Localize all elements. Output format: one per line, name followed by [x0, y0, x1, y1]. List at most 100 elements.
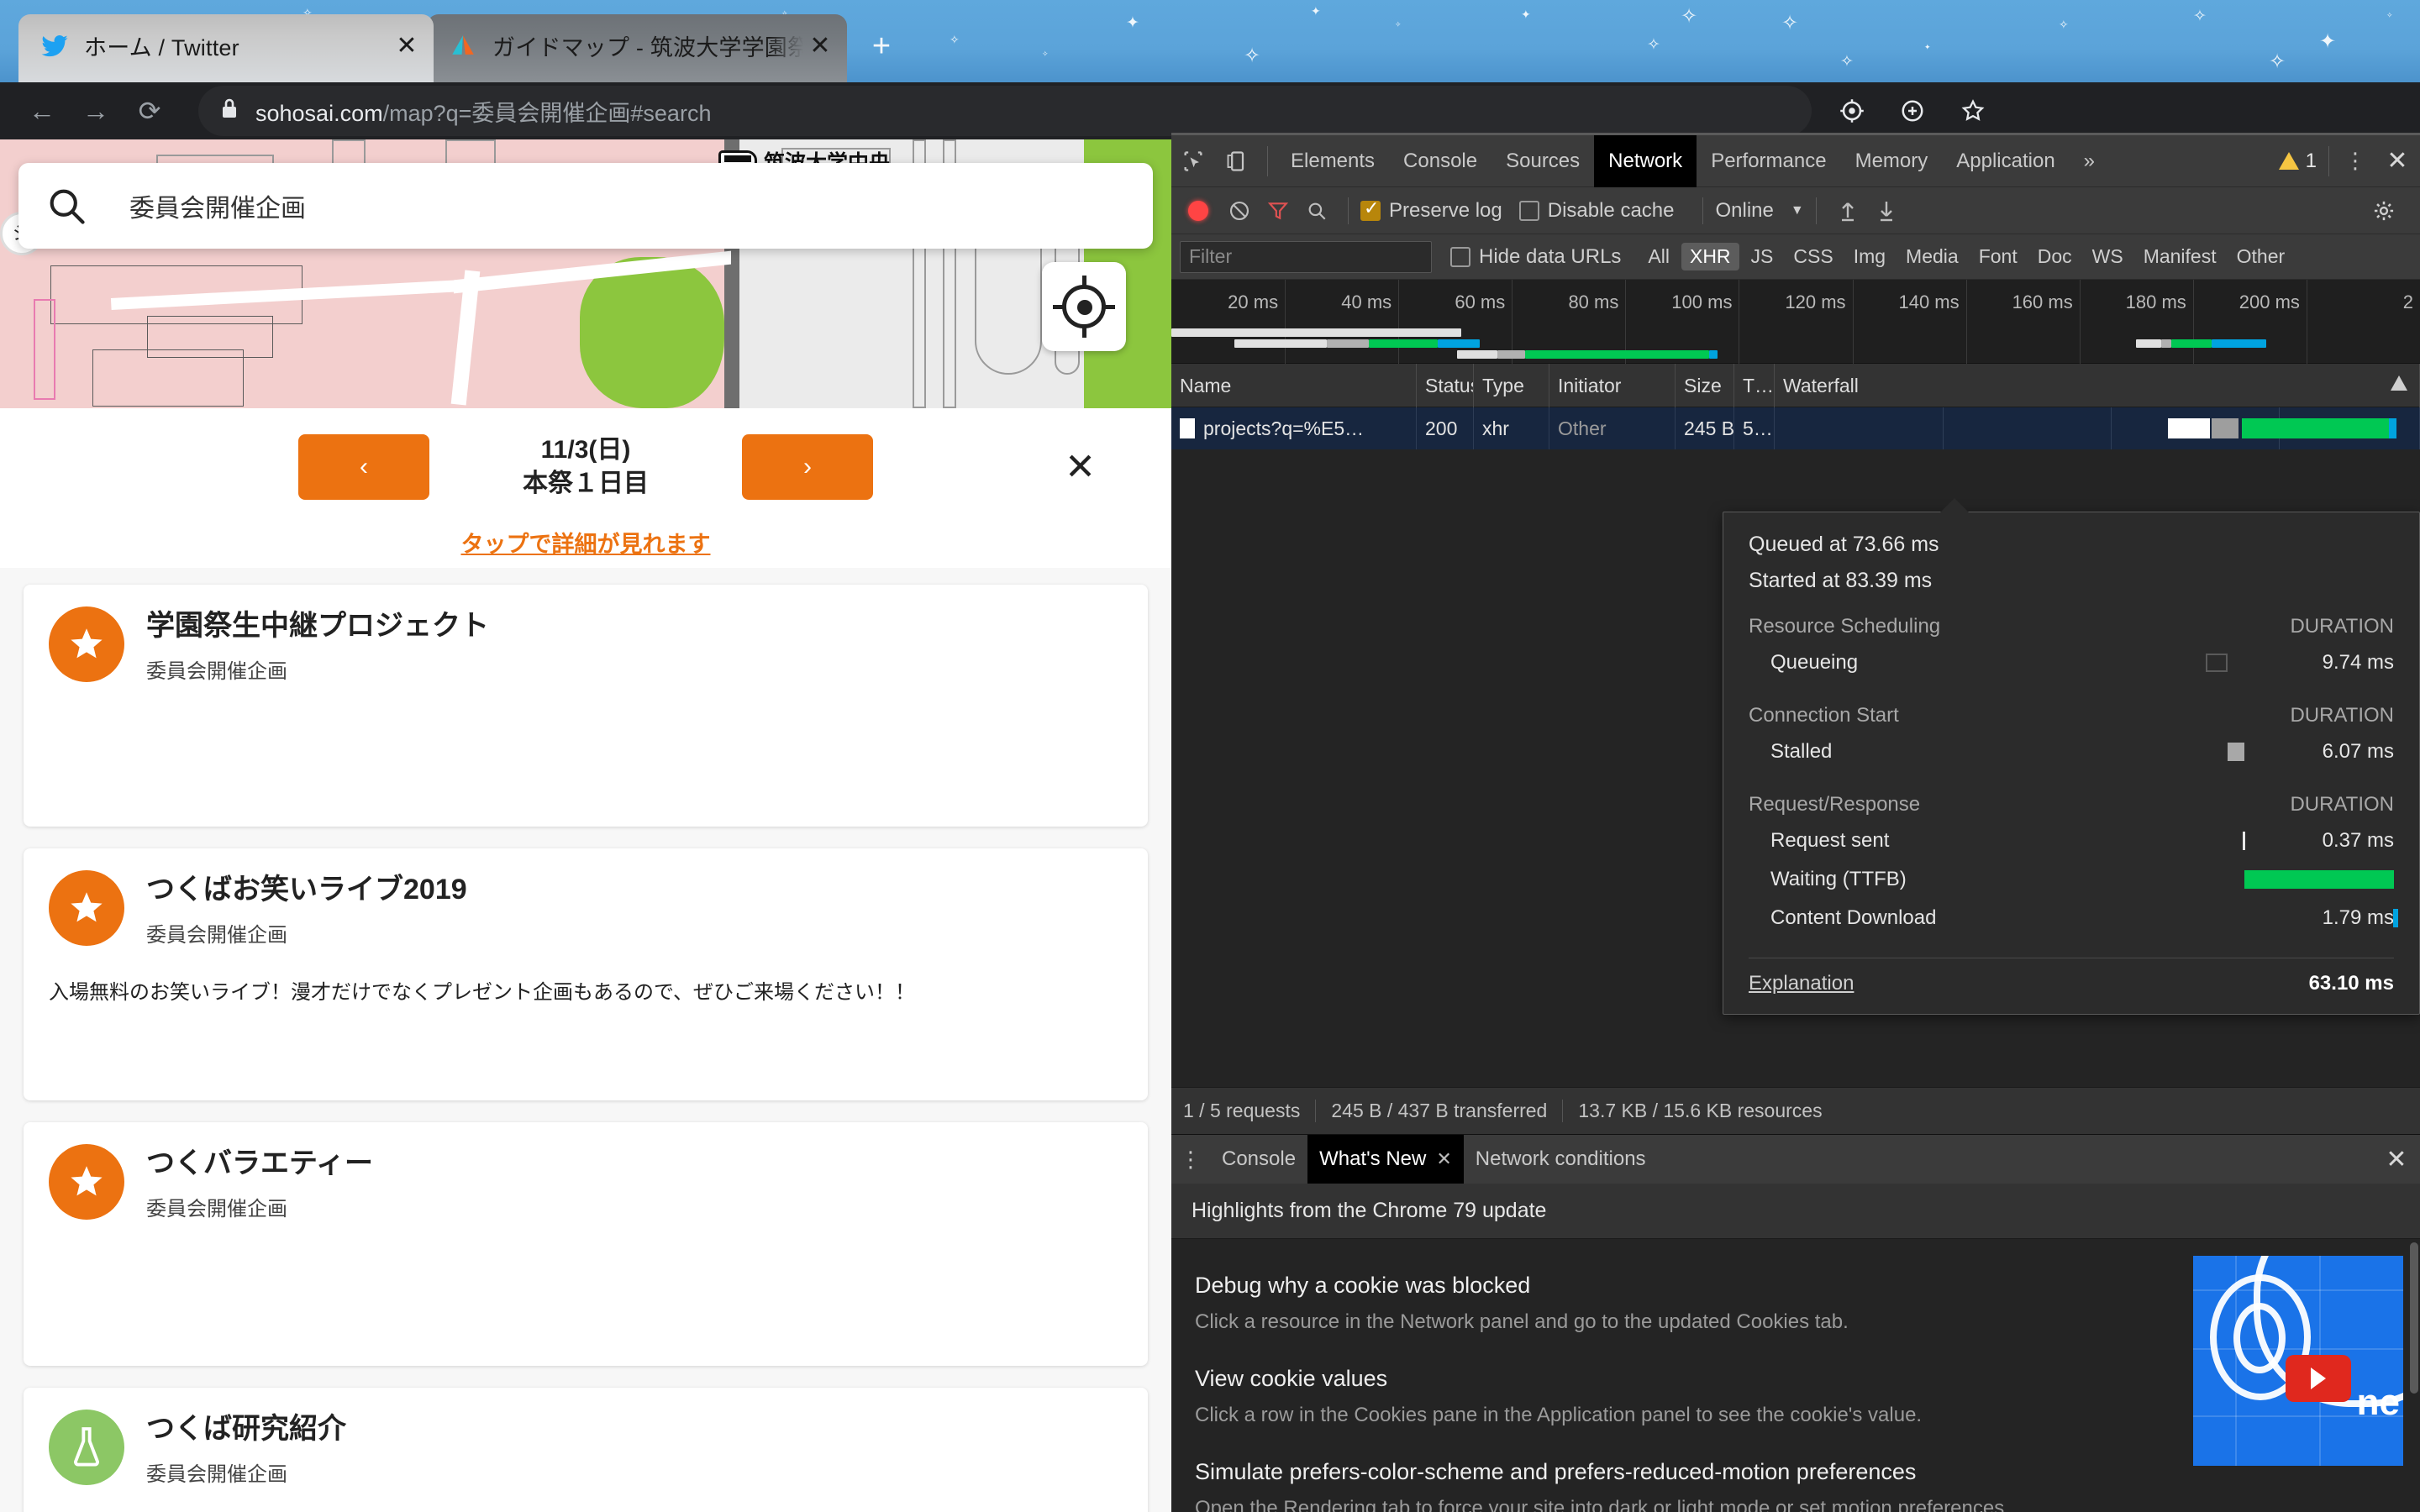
filter-type-xhr[interactable]: XHR	[1681, 243, 1739, 270]
disable-cache-checkbox[interactable]	[1519, 201, 1539, 221]
column-header-waterfall[interactable]: Waterfall	[1775, 364, 2420, 407]
filter-type-all[interactable]: All	[1639, 243, 1678, 270]
whats-new-item[interactable]: Simulate prefers-color-scheme and prefer…	[1195, 1459, 2018, 1512]
filter-type-other[interactable]: Other	[2228, 243, 2294, 270]
tab-network[interactable]: Network	[1594, 135, 1697, 187]
column-header-name[interactable]: Name	[1171, 364, 1417, 407]
reload-button[interactable]: ⟳	[123, 84, 176, 138]
tab-sources[interactable]: Sources	[1491, 135, 1594, 187]
devtools-tab-bar: Elements Console Sources Network Perform…	[1171, 135, 2420, 187]
drawer-tab-network-conditions[interactable]: Network conditions	[1464, 1135, 1658, 1184]
column-header-status[interactable]: Status	[1417, 364, 1474, 407]
overview-gridline	[1285, 280, 1286, 364]
preserve-log-label[interactable]: Preserve log	[1389, 199, 1502, 223]
throttling-select[interactable]: Online	[1715, 199, 1773, 223]
next-day-button[interactable]: ›	[742, 434, 873, 500]
tab-performance[interactable]: Performance	[1697, 135, 1840, 187]
tap-hint-link[interactable]: タップで詳細が見れます	[461, 532, 711, 557]
tab-console[interactable]: Console	[1389, 135, 1491, 187]
drawer-tab-whats-new[interactable]: What's New ✕	[1307, 1135, 1464, 1184]
explanation-link[interactable]: Explanation	[1749, 972, 1854, 995]
search-results-list[interactable]: 学園祭生中継プロジェクト 委員会開催企画 つくばお笑いライブ2019 委員会開催…	[0, 568, 1171, 1512]
whats-new-item[interactable]: View cookie values Click a row in the Co…	[1195, 1366, 2018, 1431]
result-card[interactable]: つくばお笑いライブ2019 委員会開催企画 入場無料のお笑いライブ！漫才だけでな…	[24, 848, 1148, 1100]
back-button[interactable]: ←	[15, 84, 69, 138]
youtube-play-icon[interactable]	[2286, 1355, 2351, 1402]
drawer-close-icon[interactable]: ✕	[2373, 1145, 2420, 1174]
chevron-down-icon[interactable]: ▼	[1791, 203, 1804, 218]
hide-data-urls-checkbox[interactable]	[1450, 247, 1470, 267]
result-card[interactable]: つくバラエティー 委員会開催企画	[24, 1122, 1148, 1366]
omnibox-toolbar: ← → ⟳ sohosai.com/map?q=委員会開催企画#search	[0, 82, 2420, 139]
tab-memory[interactable]: Memory	[1841, 135, 1943, 187]
map-canvas[interactable]: ジ 筑波大学中央	[0, 139, 1171, 408]
duration-header: DURATION	[2290, 793, 2394, 816]
close-icon[interactable]: ✕	[1436, 1135, 1451, 1184]
device-toolbar-icon[interactable]	[1215, 139, 1259, 183]
bookmark-star-icon[interactable]	[1954, 92, 1991, 129]
column-header-initiator[interactable]: Initiator	[1549, 364, 1676, 407]
tab-elements[interactable]: Elements	[1276, 135, 1389, 187]
tab-close-icon[interactable]: ✕	[803, 31, 837, 60]
gear-icon[interactable]	[2365, 192, 2403, 230]
address-bar[interactable]: sohosai.com/map?q=委員会開催企画#search	[198, 86, 1812, 136]
whats-new-item[interactable]: Debug why a cookie was blocked Click a r…	[1195, 1273, 2018, 1337]
search-input[interactable]	[129, 192, 1131, 220]
browser-tab-twitter[interactable]: ホーム / Twitter ✕	[18, 14, 434, 82]
geolocate-button[interactable]	[1042, 262, 1126, 351]
devtools-menu-icon[interactable]: ⋮	[2338, 148, 2375, 174]
tab-close-icon[interactable]: ✕	[390, 31, 424, 60]
record-icon[interactable]	[1188, 201, 1208, 221]
inspect-element-icon[interactable]	[1171, 139, 1215, 183]
drawer-menu-icon[interactable]: ⋮	[1171, 1147, 1210, 1173]
prev-day-button[interactable]: ‹	[298, 434, 429, 500]
cell-size: 245 B	[1676, 407, 1734, 449]
devtools-close-icon[interactable]: ✕	[2375, 146, 2420, 176]
disable-cache-label[interactable]: Disable cache	[1548, 199, 1675, 223]
chrome-79-video-thumbnail[interactable]: ne	[2193, 1256, 2403, 1466]
drawer-tab-label: What's New	[1319, 1135, 1426, 1184]
timing-bar	[2026, 868, 2251, 891]
filter-type-doc[interactable]: Doc	[2029, 243, 2081, 270]
more-tabs-icon[interactable]: »	[2070, 135, 2109, 187]
tab-application[interactable]: Application	[1942, 135, 2069, 187]
overview-tick-label: 80 ms	[1568, 291, 1625, 313]
column-header-time[interactable]: T…	[1734, 364, 1775, 407]
timing-label: Stalled	[1749, 740, 2026, 764]
filter-input[interactable]	[1180, 241, 1432, 273]
filter-type-font[interactable]: Font	[1970, 243, 2026, 270]
table-row[interactable]: projects?q=%E5… 200 xhr Other 245 B 5…	[1171, 407, 2420, 449]
preserve-log-checkbox[interactable]	[1360, 201, 1381, 221]
search-icon[interactable]	[1297, 192, 1336, 230]
filter-type-img[interactable]: Img	[1845, 243, 1894, 270]
clear-icon[interactable]	[1220, 192, 1259, 230]
import-har-icon[interactable]	[1828, 192, 1867, 230]
result-card[interactable]: つくば研究紹介 委員会開催企画 課外活動、筑波大学や筑波大学発のベンチャー企業、…	[24, 1388, 1148, 1512]
column-header-type[interactable]: Type	[1474, 364, 1549, 407]
target-icon[interactable]	[1833, 92, 1870, 129]
whats-new-content[interactable]: Debug why a cookie was blocked Click a r…	[1171, 1239, 2420, 1512]
drawer-scrollbar[interactable]	[2410, 1242, 2418, 1394]
cell-waterfall[interactable]	[1775, 407, 2420, 449]
forward-button[interactable]: →	[69, 84, 123, 138]
drawer-tab-console[interactable]: Console	[1210, 1135, 1307, 1184]
filter-icon[interactable]	[1259, 192, 1297, 230]
warning-indicator[interactable]: 1	[2279, 150, 2320, 173]
map-search-bar[interactable]	[18, 163, 1153, 249]
zoom-icon[interactable]	[1894, 92, 1931, 129]
network-overview-timeline[interactable]: 20 ms40 ms60 ms80 ms100 ms120 ms140 ms16…	[1171, 280, 2420, 364]
filter-type-css[interactable]: CSS	[1785, 243, 1841, 270]
new-tab-button[interactable]: +	[857, 24, 906, 72]
star-decoration: ✦	[1126, 15, 1139, 31]
filter-type-media[interactable]: Media	[1897, 243, 1967, 270]
close-panel-icon[interactable]: ✕	[1065, 446, 1096, 489]
export-har-icon[interactable]	[1867, 192, 1906, 230]
browser-tab-guidemap[interactable]: ガイドマップ - 筑波大学学園祭「雙 ✕	[427, 14, 847, 82]
result-card[interactable]: 学園祭生中継プロジェクト 委員会開催企画	[24, 585, 1148, 827]
filter-type-manifest[interactable]: Manifest	[2135, 243, 2225, 270]
column-header-size[interactable]: Size	[1676, 364, 1734, 407]
filter-type-js[interactable]: JS	[1743, 243, 1782, 270]
filter-type-ws[interactable]: WS	[2084, 243, 2132, 270]
network-requests-table[interactable]: Name Status Type Initiator Size T… Water…	[1171, 364, 2420, 1087]
hide-data-urls-label[interactable]: Hide data URLs	[1479, 245, 1621, 269]
